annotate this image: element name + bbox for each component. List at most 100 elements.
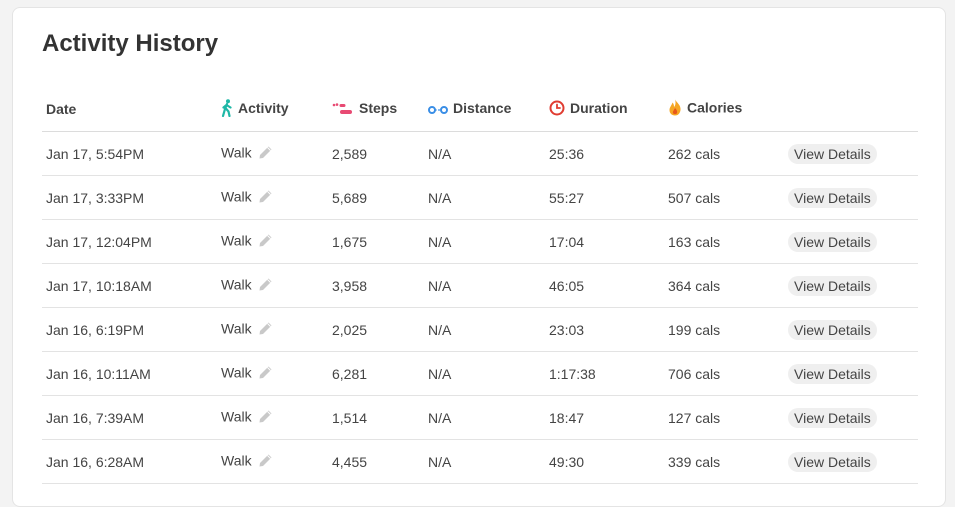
column-header-actions [788,87,918,132]
calories-text: 507 cals [668,189,721,206]
column-header-distance: Distance [428,87,549,132]
calories-text: 364 cals [668,277,721,294]
column-header-duration: Duration [549,87,668,132]
cell-action: View Details [788,175,918,220]
calories-text: 127 cals [668,409,721,426]
cell-activity: Walk [221,307,332,352]
distance-text: N/A [428,277,452,294]
view-details-button[interactable]: View Details [788,143,877,164]
pencil-icon[interactable] [257,188,274,208]
view-details-button[interactable]: View Details [788,363,877,384]
cell-duration: 23:03 [549,307,668,352]
cell-duration: 49:30 [549,439,668,484]
cell-activity: Walk [221,131,332,176]
column-header-steps: Steps [332,87,428,132]
cell-date: Jan 16, 6:28AM [42,439,221,484]
cell-action: View Details [788,395,918,440]
page-title: Activity History [42,30,219,57]
distance-text: N/A [428,233,452,250]
cell-activity: Walk [221,351,332,396]
cell-action: View Details [788,219,918,264]
distance-text: N/A [428,321,452,338]
cell-activity: Walk [221,395,332,440]
date-text: Jan 17, 3:33PM [46,189,145,206]
duration-text: 1:17:38 [549,365,596,382]
cell-action: View Details [788,351,918,396]
calories-text: 199 cals [668,321,721,338]
date-text: Jan 16, 7:39AM [46,409,145,426]
cell-calories: 127 cals [668,395,788,440]
cell-calories: 339 cals [668,439,788,484]
view-details-button[interactable]: View Details [788,275,877,296]
flame-icon [668,99,682,119]
cell-steps: 2,025 [332,307,428,352]
view-details-button[interactable]: View Details [788,407,877,428]
table-row: Jan 17, 12:04PM Walk 1,675 N/A 17:04 163… [42,219,918,264]
cell-duration: 17:04 [549,219,668,264]
calories-text: 262 cals [668,145,721,162]
pencil-icon[interactable] [257,364,274,384]
cell-activity: Walk [221,175,332,220]
walking-person-icon [221,98,233,120]
date-text: Jan 17, 12:04PM [46,233,152,250]
duration-text: 23:03 [549,321,585,338]
table-row: Jan 16, 6:28AM Walk 4,455 N/A 49:30 339 … [42,439,918,484]
view-details-button[interactable]: View Details [788,319,877,340]
column-header-date: Date [42,87,221,132]
activity-text: Walk [221,276,252,293]
table-row: Jan 16, 6:19PM Walk 2,025 N/A 23:03 199 … [42,307,918,352]
cell-activity: Walk [221,263,332,308]
activity-text: Walk [221,452,252,469]
pencil-icon[interactable] [257,144,274,164]
table-row: Jan 17, 3:33PM Walk 5,689 N/A 55:27 507 … [42,175,918,220]
steps-text: 1,514 [332,409,368,426]
calories-text: 706 cals [668,365,721,382]
date-text: Jan 16, 10:11AM [46,365,151,382]
cell-date: Jan 16, 10:11AM [42,351,221,396]
cell-date: Jan 17, 5:54PM [42,131,221,176]
view-details-button[interactable]: View Details [788,187,877,208]
distance-text: N/A [428,365,452,382]
cell-distance: N/A [428,351,549,396]
cell-distance: N/A [428,307,549,352]
cell-calories: 163 cals [668,219,788,264]
duration-text: 46:05 [549,277,585,294]
activity-text: Walk [221,144,252,161]
cell-calories: 262 cals [668,131,788,176]
cell-date: Jan 17, 10:18AM [42,263,221,308]
cell-distance: N/A [428,263,549,308]
cell-steps: 6,281 [332,351,428,396]
pencil-icon[interactable] [257,452,274,472]
duration-text: 25:36 [549,145,585,162]
activity-text: Walk [221,320,252,337]
date-text: Jan 16, 6:28AM [46,453,145,470]
cell-calories: 199 cals [668,307,788,352]
cell-date: Jan 17, 3:33PM [42,175,221,220]
cell-action: View Details [788,263,918,308]
steps-text: 2,589 [332,145,368,162]
steps-text: 5,689 [332,189,368,206]
pencil-icon[interactable] [257,232,274,252]
view-details-button[interactable]: View Details [788,451,877,472]
footprints-icon [332,102,354,118]
cell-distance: N/A [428,439,549,484]
table-row: Jan 17, 10:18AM Walk 3,958 N/A 46:05 364… [42,263,918,308]
cell-duration: 55:27 [549,175,668,220]
activity-text: Walk [221,364,252,381]
cell-date: Jan 16, 6:19PM [42,307,221,352]
duration-text: 55:27 [549,189,585,206]
view-details-button[interactable]: View Details [788,231,877,252]
cell-steps: 1,675 [332,219,428,264]
pencil-icon[interactable] [257,276,274,296]
cell-action: View Details [788,307,918,352]
cell-steps: 1,514 [332,395,428,440]
distance-icon [428,102,448,118]
duration-text: 17:04 [549,233,585,250]
pencil-icon[interactable] [257,320,274,340]
cell-steps: 4,455 [332,439,428,484]
column-header-activity: Activity [221,87,332,132]
cell-activity: Walk [221,219,332,264]
pencil-icon[interactable] [257,408,274,428]
distance-text: N/A [428,145,452,162]
cell-calories: 706 cals [668,351,788,396]
